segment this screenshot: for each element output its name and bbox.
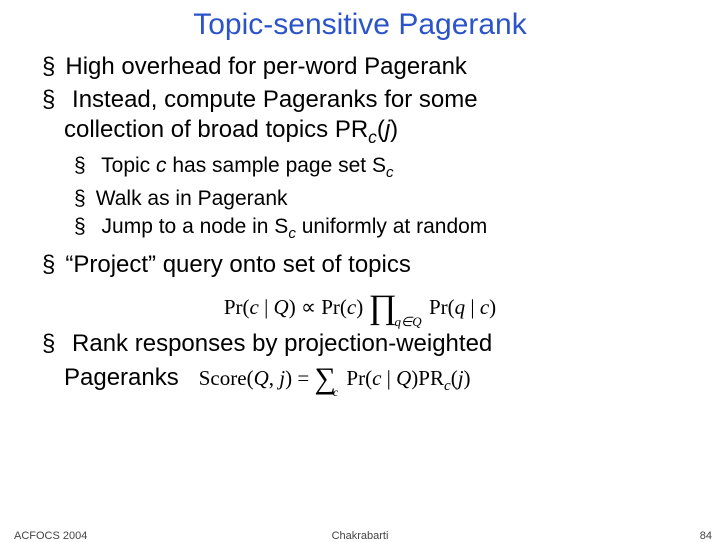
sub-bullet-2: Walk as in Pagerank [74, 186, 696, 212]
sub-bullet-list: Topic c has sample page set Sc Walk as i… [42, 153, 696, 243]
bullet-2: Instead, compute Pageranks for some coll… [42, 85, 696, 244]
footer-center: Chakrabarti [0, 530, 720, 542]
bullet-4-line2: Pageranks Score(Q, j) = ∑c Pr(c | Q)PRc(… [42, 358, 696, 396]
sub-bullet-3: Jump to a node in Sc uniformly at random [74, 214, 696, 244]
bullet-list: High overhead for per-word Pagerank Inst… [24, 52, 696, 279]
bullet-1-text: High overhead for per-word Pagerank [65, 53, 467, 80]
bullet-4: Rank responses by projection-weighted Pa… [42, 329, 696, 396]
bullet-list-2: Rank responses by projection-weighted Pa… [24, 329, 696, 396]
slide: Topic-sensitive Pagerank High overhead f… [0, 0, 720, 540]
slide-title: Topic-sensitive Pagerank [24, 8, 696, 42]
sub-bullet-1: Topic c has sample page set Sc [74, 153, 696, 183]
footer-right: 84 [700, 530, 712, 542]
bullet-2-line2: collection of broad topics PRc(j) [42, 115, 696, 148]
formula-1: Pr(c | Q) ∝ Pr(c) ∏q∈Q Pr(q | c) [24, 285, 696, 323]
bullet-3: “Project” query onto set of topics [42, 250, 696, 279]
bullet-1: High overhead for per-word Pagerank [42, 52, 696, 81]
formula-2: Score(Q, j) = ∑c Pr(c | Q)PRc(j) [199, 358, 471, 396]
bullet-2-line1: Instead, compute Pageranks for some [72, 86, 478, 113]
bullet-3-text: “Project” query onto set of topics [65, 251, 411, 278]
